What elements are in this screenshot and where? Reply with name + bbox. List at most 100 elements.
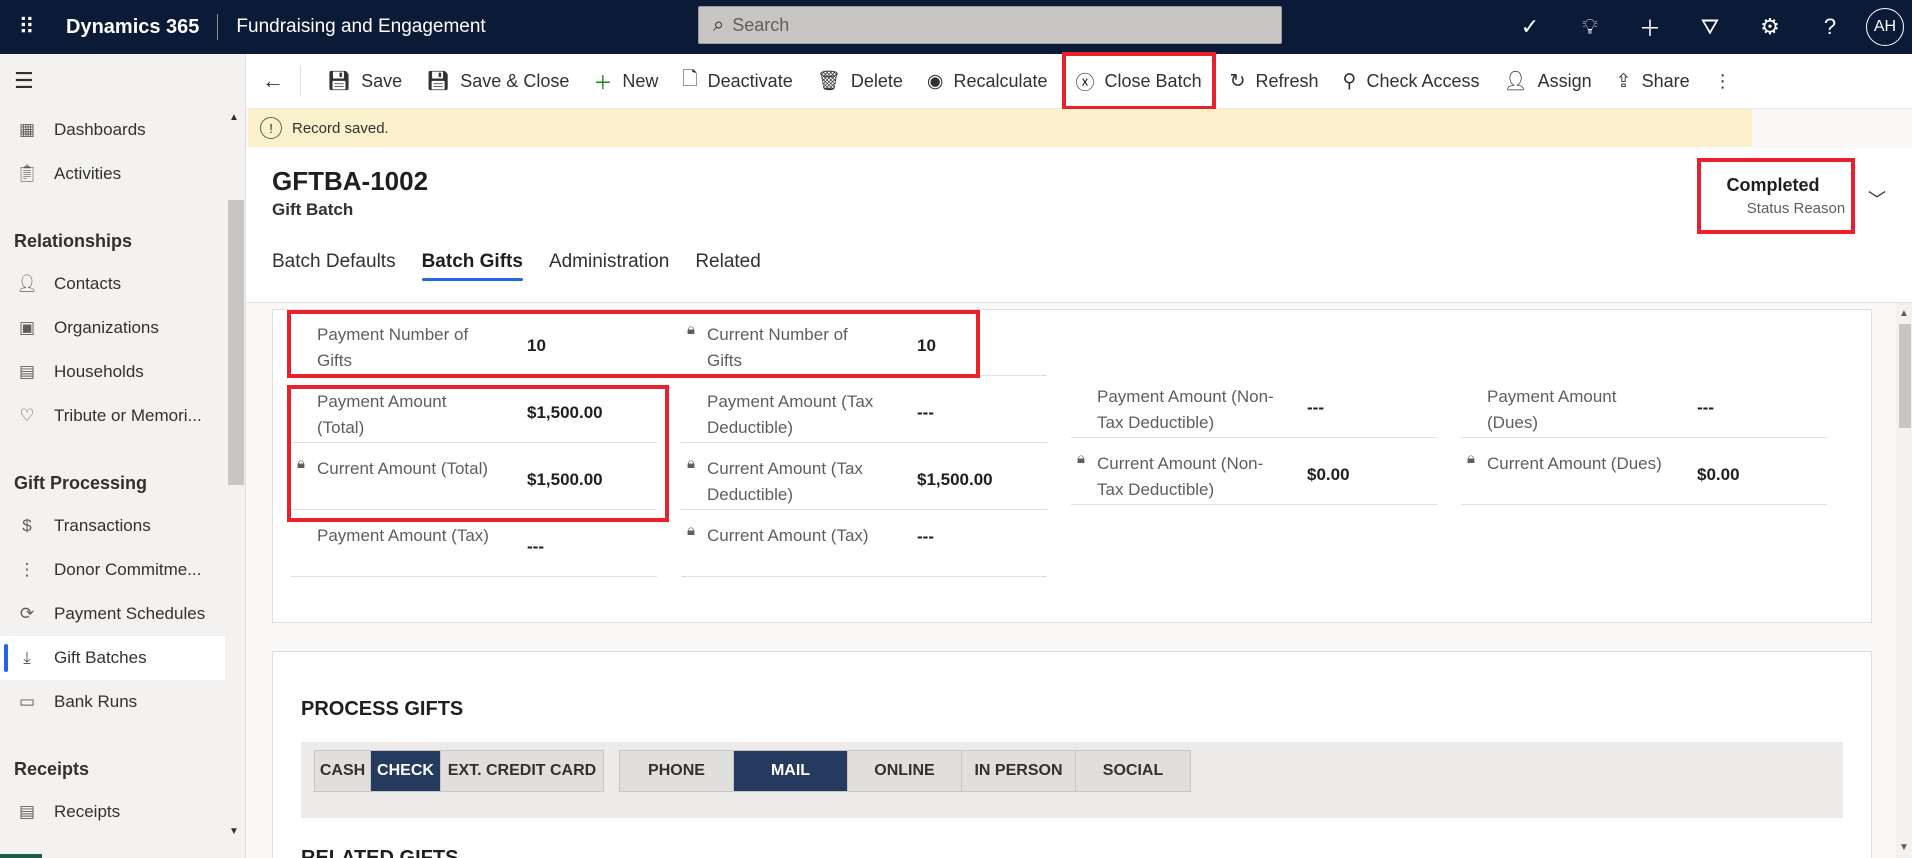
sidebar-scroll-up-icon[interactable]: ▲ xyxy=(229,112,239,123)
payment-type-check[interactable]: CHECK xyxy=(371,751,441,791)
sidebar-item-tribute[interactable]: ♡ Tribute or Memori... xyxy=(0,394,225,438)
check-access-button[interactable]: ⚲ Check Access xyxy=(1331,59,1492,103)
record-header: GFTBA-1002 Gift Batch Completed Status R… xyxy=(246,148,1912,303)
sidebar-item-label: Activities xyxy=(54,164,122,183)
refresh-icon: ↻ xyxy=(1229,70,1246,92)
app-name[interactable]: Dynamics 365 xyxy=(66,16,199,39)
recalculate-button[interactable]: ◉ Recalculate xyxy=(915,59,1060,103)
main-scrollbar-thumb[interactable] xyxy=(1899,324,1911,428)
search-icon: ⌕ xyxy=(713,13,725,36)
sidebar-scroll-down-icon[interactable]: ▼ xyxy=(229,826,239,837)
sidebar-item-households[interactable]: ▤ Households xyxy=(0,350,225,394)
sidebar-item-organizations[interactable]: ▣ Organizations xyxy=(0,306,225,350)
money-icon: $ xyxy=(22,516,32,535)
share-button[interactable]: ⇪ Share xyxy=(1604,59,1702,103)
channel-in-person[interactable]: IN PERSON xyxy=(962,751,1076,791)
field-value: $1,500.00 xyxy=(917,470,993,489)
current-amount-tax-deductible-field: 🔒︎ Current Amount (Tax Deductible) $1,50… xyxy=(681,444,1047,510)
sidebar-item-receipts[interactable]: ▤ Receipts xyxy=(0,790,225,834)
sidebar-item-bank-runs[interactable]: ▭ Bank Runs xyxy=(0,680,225,724)
payment-type-cash[interactable]: CASH xyxy=(315,751,371,791)
payment-type-ext-credit-card[interactable]: EXT. CREDIT CARD xyxy=(441,751,603,791)
field-value[interactable]: --- xyxy=(527,537,544,557)
more-commands-button[interactable]: ⋮ xyxy=(1702,59,1744,103)
field-value[interactable]: --- xyxy=(1307,398,1324,418)
recalculate-icon: ◉ xyxy=(926,70,944,92)
sidebar-item-label: Transactions xyxy=(54,516,151,535)
lock-icon: 🔒︎ xyxy=(687,522,695,539)
hamburger-icon[interactable]: ☰ xyxy=(0,54,245,108)
refresh-button[interactable]: ↻ Refresh xyxy=(1218,59,1331,103)
more-vertical-icon: ⋮ xyxy=(1713,70,1732,91)
related-gifts-title: RELATED GIFTS xyxy=(301,848,458,858)
sidebar-item-transactions[interactable]: $ Transactions xyxy=(0,504,225,548)
refresh-label: Refresh xyxy=(1255,70,1319,91)
plus-icon[interactable]: ＋ xyxy=(1620,11,1680,43)
lock-icon: 🔒︎ xyxy=(1077,450,1085,467)
field-value[interactable]: --- xyxy=(1697,398,1714,418)
field-value: $0.00 xyxy=(1697,465,1740,484)
status-reason-field[interactable]: Completed Status Reason xyxy=(1697,158,1855,234)
sidebar-item-contacts[interactable]: 👤︎ Contacts xyxy=(0,262,225,306)
sidebar-area-switcher[interactable] xyxy=(0,854,42,858)
save-button[interactable]: 💾︎ Save xyxy=(315,59,414,103)
delete-button[interactable]: 🗑︎ Delete xyxy=(805,59,915,103)
deactivate-label: Deactivate xyxy=(707,70,793,91)
main-scroll-up-icon[interactable]: ▲ xyxy=(1899,308,1909,319)
sidebar-item-dashboards[interactable]: ▦ Dashboards xyxy=(0,108,225,152)
heart-icon: ♡ xyxy=(19,406,35,425)
channel-social[interactable]: SOCIAL xyxy=(1076,751,1190,791)
trash-icon: 🗑︎ xyxy=(816,71,841,92)
new-button[interactable]: ＋ New xyxy=(581,59,670,103)
check-access-label: Check Access xyxy=(1366,70,1480,91)
payment-amount-tax-deductible-field: Payment Amount (Tax Deductible) --- xyxy=(681,377,1047,443)
share-icon: ⇪ xyxy=(1615,70,1632,92)
person-icon: 👤︎ xyxy=(16,274,38,293)
save-close-button[interactable]: 💾︎ Save & Close xyxy=(414,59,581,103)
field-value: --- xyxy=(917,527,934,546)
sidebar-item-donor-commitments[interactable]: ⋮ Donor Commitme... xyxy=(0,548,225,592)
notification-bar: ! Record saved. xyxy=(248,109,1752,147)
field-label: Current Amount (Dues) xyxy=(1487,454,1662,473)
gear-icon[interactable]: ⚙ xyxy=(1740,14,1800,40)
lightbulb-icon[interactable]: 💡︎ xyxy=(1560,14,1620,40)
task-flow-icon[interactable]: ✓ xyxy=(1500,14,1560,40)
payment-amount-dues-field: Payment Amount (Dues) --- xyxy=(1461,372,1827,438)
tab-batch-gifts[interactable]: Batch Gifts xyxy=(421,251,524,281)
sidebar-item-label: Dashboards xyxy=(54,120,146,139)
lock-icon: 🔒︎ xyxy=(687,455,695,472)
sidebar-group-relationships: Relationships xyxy=(14,231,133,251)
area-name[interactable]: Fundraising and Engagement xyxy=(236,16,485,38)
app-launcher-icon[interactable]: ⠿ xyxy=(0,0,54,54)
sidebar-scrollbar[interactable] xyxy=(228,200,244,485)
lock-icon: 🔒︎ xyxy=(1467,450,1475,467)
channel-phone[interactable]: PHONE xyxy=(620,751,734,791)
save-close-icon: 💾︎ xyxy=(426,71,451,92)
channel-selector: PHONE MAIL ONLINE IN PERSON SOCIAL xyxy=(619,750,1191,792)
sidebar-item-gift-batches[interactable]: ⤓ Gift Batches xyxy=(0,636,225,680)
record-title: GFTBA-1002 xyxy=(272,166,429,196)
main-scroll-down-icon[interactable]: ▼ xyxy=(1899,842,1909,853)
field-value[interactable]: --- xyxy=(917,403,934,423)
assign-label: Assign xyxy=(1537,70,1592,91)
chevron-down-icon[interactable]: ﹀ xyxy=(1868,186,1886,212)
commitment-icon: ⋮ xyxy=(18,560,36,579)
tab-batch-defaults[interactable]: Batch Defaults xyxy=(272,251,396,281)
back-button[interactable]: ← xyxy=(246,59,315,103)
tab-related[interactable]: Related xyxy=(695,251,761,281)
channel-mail[interactable]: MAIL xyxy=(734,751,848,791)
avatar[interactable]: AH xyxy=(1866,8,1904,46)
close-batch-button[interactable]: ⓧ Close Batch xyxy=(1061,52,1216,110)
search-input[interactable]: ⌕ Search xyxy=(698,6,1282,44)
sidebar: ☰ ▦ Dashboards 📋︎ Activities Relationshi… xyxy=(0,54,246,858)
channel-online[interactable]: ONLINE xyxy=(848,751,962,791)
help-icon[interactable]: ? xyxy=(1800,14,1860,40)
filter-icon[interactable]: ⛛ xyxy=(1680,14,1740,40)
search-placeholder: Search xyxy=(732,14,790,35)
sidebar-item-payment-schedules[interactable]: ⟳ Payment Schedules xyxy=(0,592,225,636)
field-label: Payment Amount (Tax Deductible) xyxy=(707,392,874,437)
sidebar-item-activities[interactable]: 📋︎ Activities xyxy=(0,152,225,196)
tab-administration[interactable]: Administration xyxy=(549,251,669,281)
deactivate-button[interactable]: 🗋︎ Deactivate xyxy=(670,59,804,103)
assign-button[interactable]: 👤︎ Assign xyxy=(1492,59,1604,103)
